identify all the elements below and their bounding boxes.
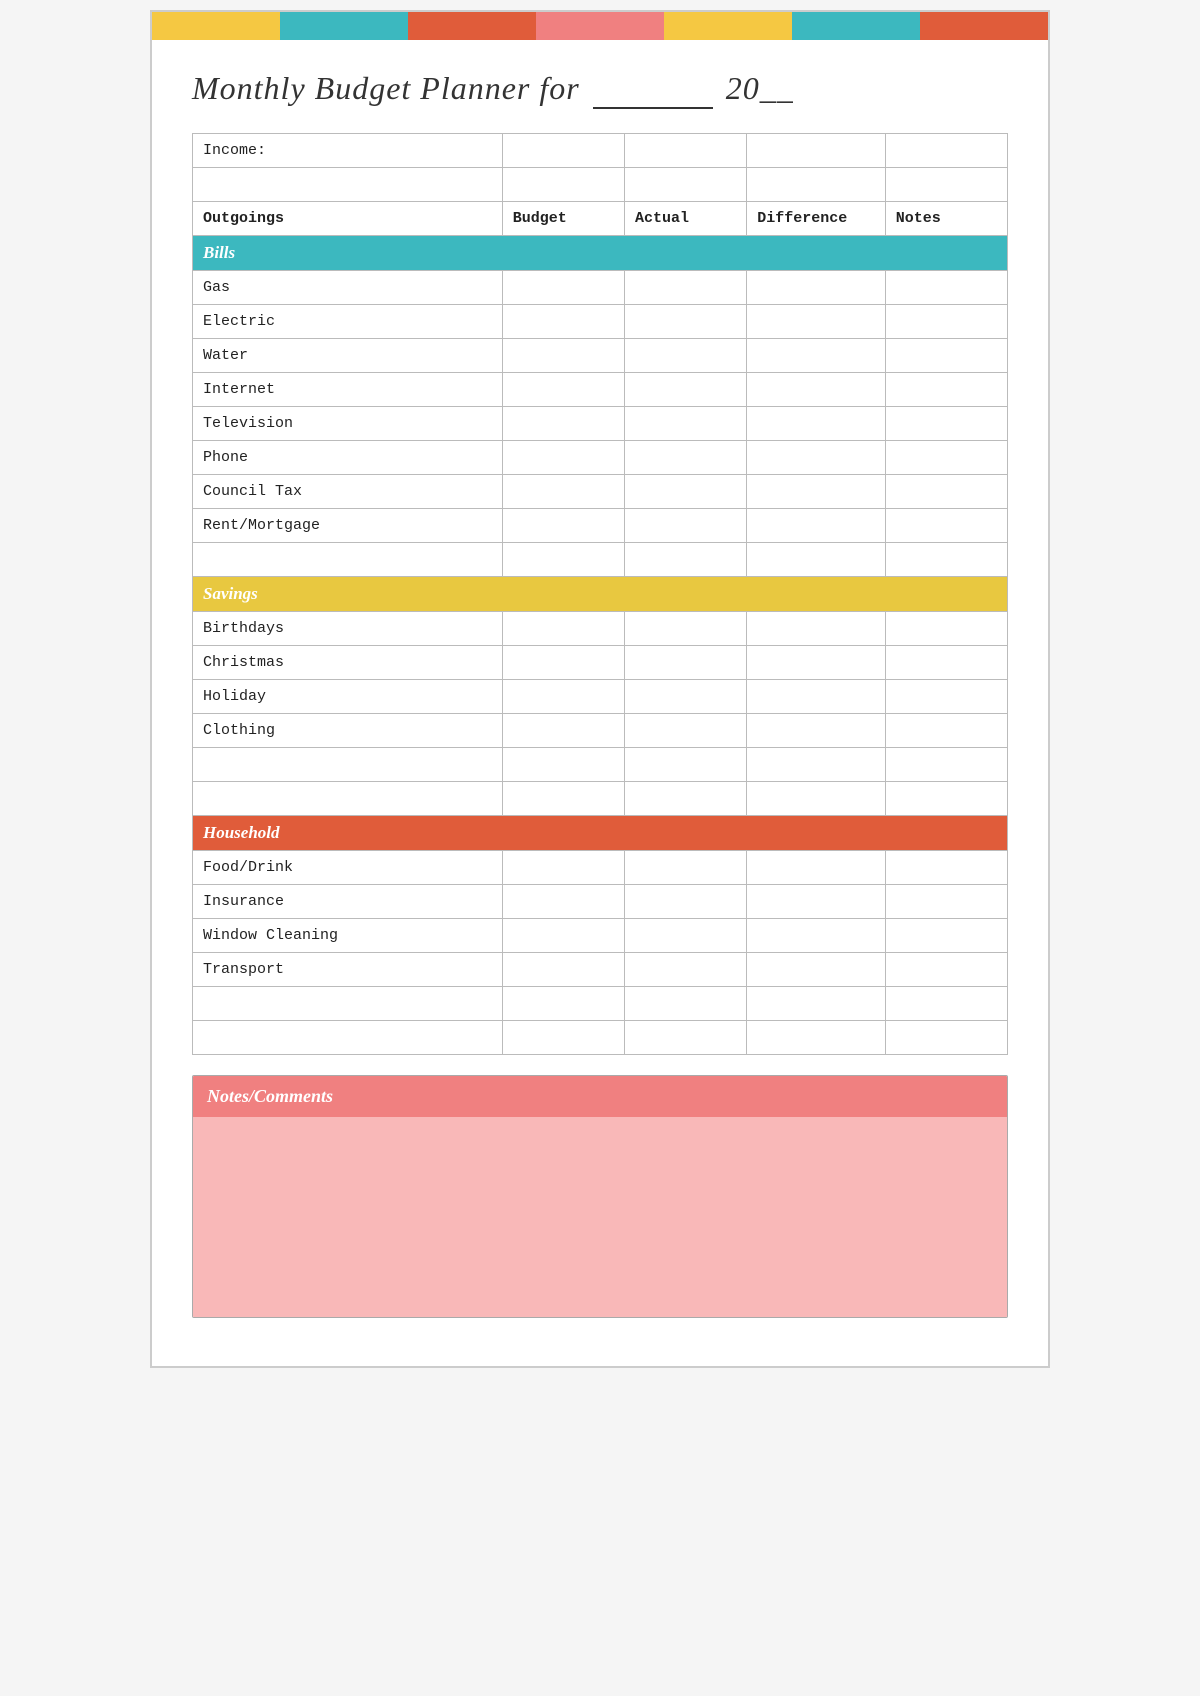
title-text-part1: Monthly Budget Planner for xyxy=(192,70,580,106)
empty-row-4 xyxy=(193,782,1008,816)
item-christmas: Christmas xyxy=(193,646,503,680)
item-clothing: Clothing xyxy=(193,714,503,748)
budget-table: Income: Outgoings Budget Actual Differen… xyxy=(192,133,1008,1055)
table-row: Christmas xyxy=(193,646,1008,680)
notes-body[interactable] xyxy=(193,1117,1007,1317)
bar-red-1 xyxy=(408,12,536,40)
section-bills-header: Bills xyxy=(193,236,1008,271)
income-label: Income: xyxy=(193,134,503,168)
column-header-row: Outgoings Budget Actual Difference Notes xyxy=(193,202,1008,236)
table-row: Water xyxy=(193,339,1008,373)
item-water: Water xyxy=(193,339,503,373)
bottom-color-bar xyxy=(152,1338,1048,1366)
item-internet: Internet xyxy=(193,373,503,407)
item-council-tax: Council Tax xyxy=(193,475,503,509)
item-insurance: Insurance xyxy=(193,885,503,919)
item-window-cleaning: Window Cleaning xyxy=(193,919,503,953)
header-budget: Budget xyxy=(502,202,624,236)
item-food-drink: Food/Drink xyxy=(193,851,503,885)
savings-label: Savings xyxy=(193,577,1008,612)
page-title: Monthly Budget Planner for 20__ xyxy=(192,70,1008,109)
bar-yellow-2 xyxy=(664,12,792,40)
table-row: Transport xyxy=(193,953,1008,987)
empty-row-2 xyxy=(193,543,1008,577)
empty-row-3 xyxy=(193,748,1008,782)
notes-section: Notes/Comments xyxy=(192,1075,1008,1318)
income-actual-cell[interactable] xyxy=(624,134,746,168)
table-row: Clothing xyxy=(193,714,1008,748)
item-electric: Electric xyxy=(193,305,503,339)
item-gas: Gas xyxy=(193,271,503,305)
bills-label: Bills xyxy=(193,236,1008,271)
header-outgoings: Outgoings xyxy=(193,202,503,236)
top-color-bar xyxy=(152,12,1048,40)
table-row: Gas xyxy=(193,271,1008,305)
bar-red-2 xyxy=(920,12,1048,40)
table-row: Internet xyxy=(193,373,1008,407)
table-row: Phone xyxy=(193,441,1008,475)
bar-teal-2 xyxy=(792,12,920,40)
table-row: Television xyxy=(193,407,1008,441)
header-difference: Difference xyxy=(747,202,886,236)
bar-pink-1 xyxy=(536,12,664,40)
section-household-header: Household xyxy=(193,816,1008,851)
main-content: Monthly Budget Planner for 20__ Income: xyxy=(152,40,1048,1338)
table-row: Birthdays xyxy=(193,612,1008,646)
page: Monthly Budget Planner for 20__ Income: xyxy=(150,10,1050,1368)
item-birthdays: Birthdays xyxy=(193,612,503,646)
header-actual: Actual xyxy=(624,202,746,236)
empty-row-6 xyxy=(193,1021,1008,1055)
bar-yellow-1 xyxy=(152,12,280,40)
bar-teal-1 xyxy=(280,12,408,40)
income-budget-cell[interactable] xyxy=(502,134,624,168)
table-row: Rent/Mortgage xyxy=(193,509,1008,543)
item-transport: Transport xyxy=(193,953,503,987)
item-television: Television xyxy=(193,407,503,441)
section-savings-header: Savings xyxy=(193,577,1008,612)
table-row: Window Cleaning xyxy=(193,919,1008,953)
table-row: Insurance xyxy=(193,885,1008,919)
empty-row-1 xyxy=(193,168,1008,202)
title-year-label: 20__ xyxy=(726,70,794,106)
table-row: Holiday xyxy=(193,680,1008,714)
income-row: Income: xyxy=(193,134,1008,168)
income-diff-cell[interactable] xyxy=(747,134,886,168)
table-row: Electric xyxy=(193,305,1008,339)
notes-header: Notes/Comments xyxy=(193,1076,1007,1117)
income-notes-cell[interactable] xyxy=(885,134,1007,168)
household-label: Household xyxy=(193,816,1008,851)
item-holiday: Holiday xyxy=(193,680,503,714)
header-notes: Notes xyxy=(885,202,1007,236)
empty-row-5 xyxy=(193,987,1008,1021)
table-row: Food/Drink xyxy=(193,851,1008,885)
item-phone: Phone xyxy=(193,441,503,475)
title-blank-name[interactable] xyxy=(593,70,713,109)
item-rent-mortgage: Rent/Mortgage xyxy=(193,509,503,543)
table-row: Council Tax xyxy=(193,475,1008,509)
